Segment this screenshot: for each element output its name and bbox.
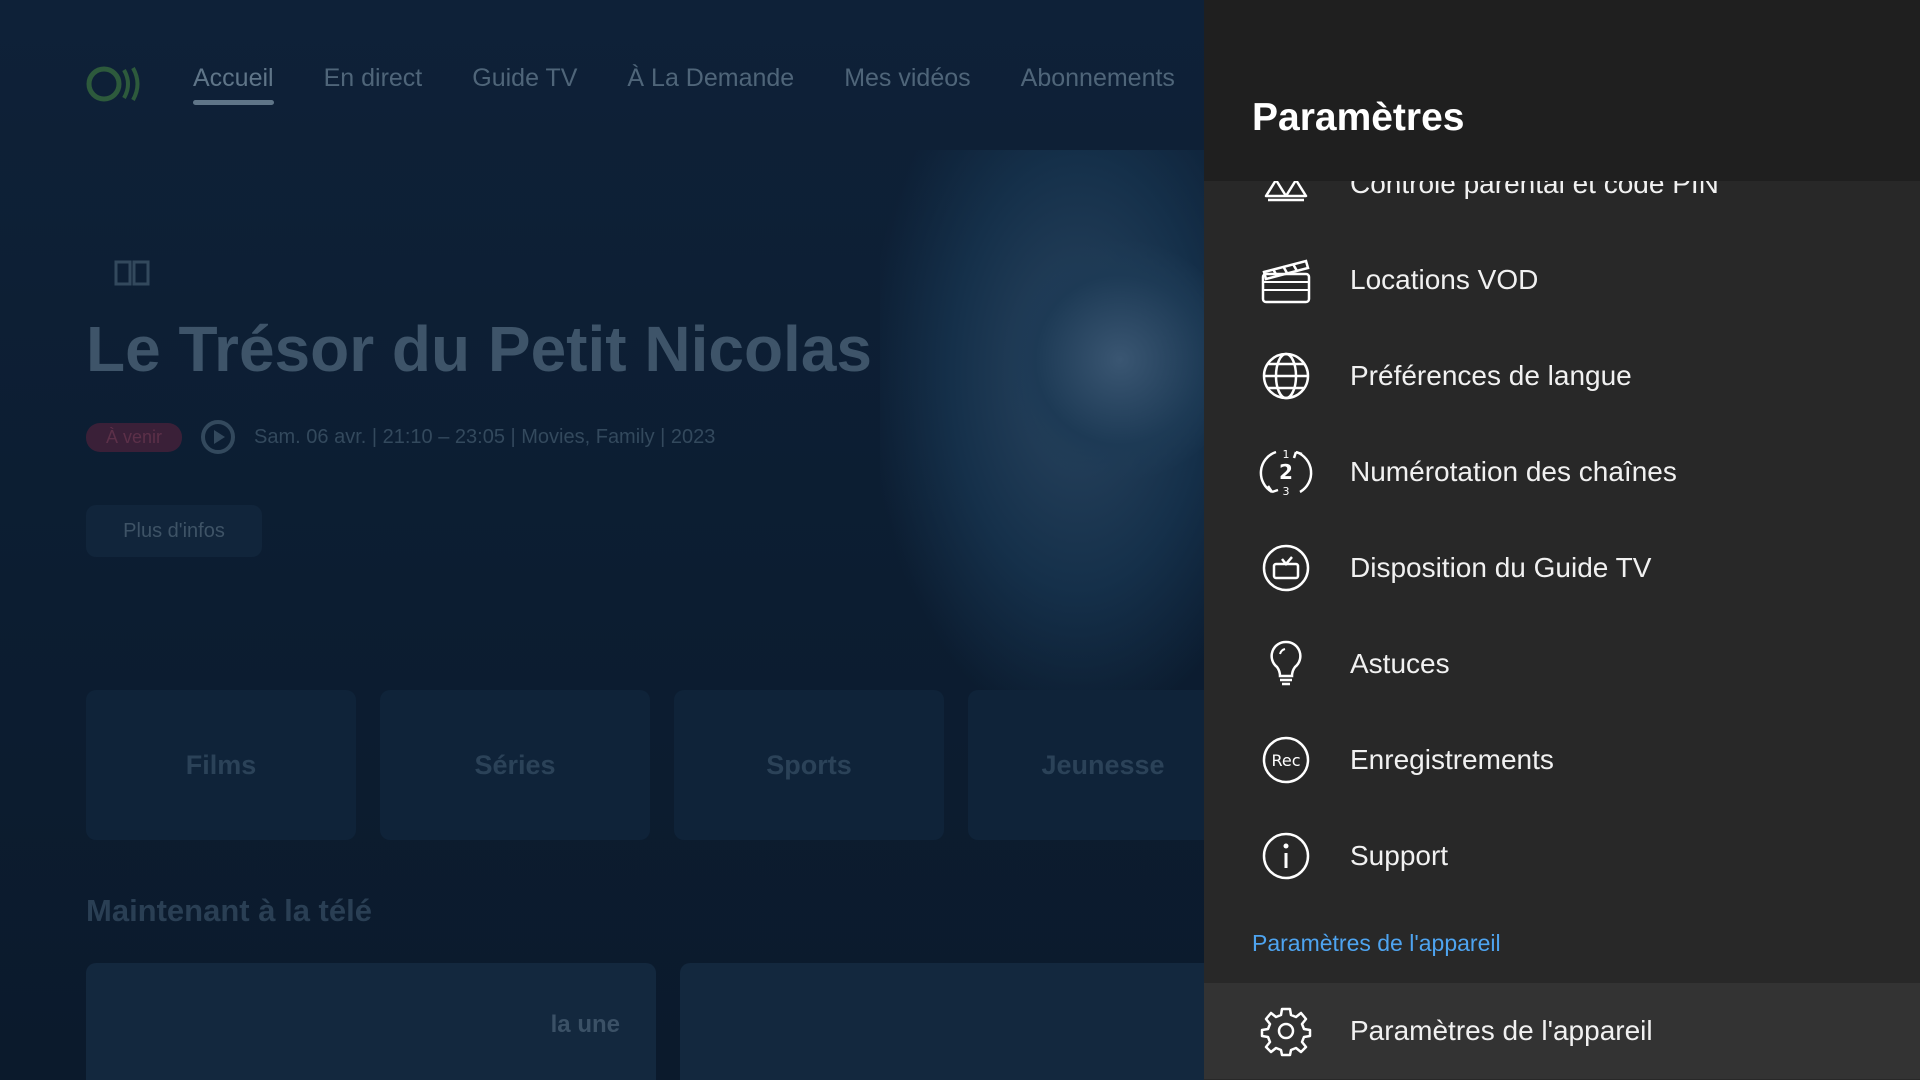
category-jeunesse[interactable]: Jeunesse — [968, 690, 1238, 840]
device-settings-section-label: Paramètres de l'appareil — [1252, 930, 1501, 956]
info-icon — [1258, 828, 1314, 884]
menu-item-label: Locations VOD — [1350, 264, 1539, 295]
hero-meta: À venir Sam. 06 avr. | 21:10 – 23:05 | M… — [86, 419, 715, 455]
menu-item-tv-guide-layout[interactable]: Disposition du Guide TV — [1204, 520, 1920, 616]
menu-item-label: Paramètres de l'appareil — [1350, 1015, 1653, 1046]
svg-text:3: 3 — [1283, 485, 1290, 498]
status-badge: À venir — [86, 422, 183, 452]
more-info-button[interactable]: Plus d'infos — [86, 505, 262, 557]
svg-text:Rec: Rec — [1271, 751, 1300, 770]
menu-item-vod-rentals[interactable]: Locations VOD — [1204, 232, 1920, 328]
menu-item-label: Astuces — [1350, 648, 1450, 679]
tv-guide-icon — [1258, 540, 1314, 596]
menu-item-device-settings[interactable]: Paramètres de l'appareil — [1204, 983, 1920, 1079]
channel-thumbnail[interactable]: la une — [86, 963, 656, 1080]
channel-thumbnail[interactable] — [680, 963, 1250, 1080]
nav-en-direct[interactable]: En direct — [324, 64, 423, 93]
menu-item-support[interactable]: Support — [1204, 808, 1920, 904]
now-on-tv-heading: Maintenant à la télé — [86, 893, 372, 928]
rec-icon: Rec — [1258, 732, 1314, 788]
svg-text:2: 2 — [1279, 460, 1293, 484]
nav-abonnements[interactable]: Abonnements — [1021, 64, 1175, 93]
menu-item-label: Enregistrements — [1350, 744, 1554, 775]
settings-title: Paramètres — [1252, 96, 1465, 139]
settings-panel: Paramètres Contrôle parental et code PIN… — [1204, 0, 1920, 1080]
lightbulb-icon — [1258, 636, 1314, 692]
channel-logo-text: la une — [550, 1011, 620, 1038]
settings-header: Paramètres — [1204, 0, 1920, 181]
play-circle-icon — [201, 420, 236, 454]
menu-item-channel-numbering[interactable]: 123 Numérotation des chaînes — [1204, 424, 1920, 520]
content-rating-icon — [114, 260, 150, 286]
menu-item-language[interactable]: Préférences de langue — [1204, 328, 1920, 424]
globe-icon — [1258, 348, 1314, 404]
channel-numbering-icon: 123 — [1258, 444, 1314, 500]
menu-item-label: Numérotation des chaînes — [1350, 456, 1677, 487]
brand-logo-icon — [86, 66, 140, 102]
main-nav: Accueil En direct Guide TV À La Demande … — [193, 64, 1175, 105]
nav-guide-tv[interactable]: Guide TV — [472, 64, 577, 93]
menu-item-recordings[interactable]: Rec Enregistrements — [1204, 712, 1920, 808]
category-series[interactable]: Séries — [380, 690, 650, 840]
menu-item-label: Support — [1350, 840, 1449, 871]
nav-a-la-demande[interactable]: À La Demande — [627, 64, 794, 93]
menu-item-label: Disposition du Guide TV — [1350, 552, 1652, 583]
hero-title: Le Trésor du Petit Nicolas — [86, 313, 872, 385]
menu-item-label: Préférences de langue — [1350, 360, 1632, 391]
nav-mes-videos[interactable]: Mes vidéos — [844, 64, 970, 93]
hero-meta-text: Sam. 06 avr. | 21:10 – 23:05 | Movies, F… — [254, 425, 716, 448]
category-films[interactable]: Films — [86, 690, 356, 840]
menu-item-tips[interactable]: Astuces — [1204, 616, 1920, 712]
category-row: Films Séries Sports Jeunesse — [86, 690, 1238, 840]
now-on-tv-row: la une — [86, 963, 1250, 1080]
nav-accueil[interactable]: Accueil — [193, 64, 274, 105]
category-sports[interactable]: Sports — [674, 690, 944, 840]
gear-icon — [1258, 1003, 1314, 1059]
clapperboard-icon — [1258, 252, 1314, 308]
